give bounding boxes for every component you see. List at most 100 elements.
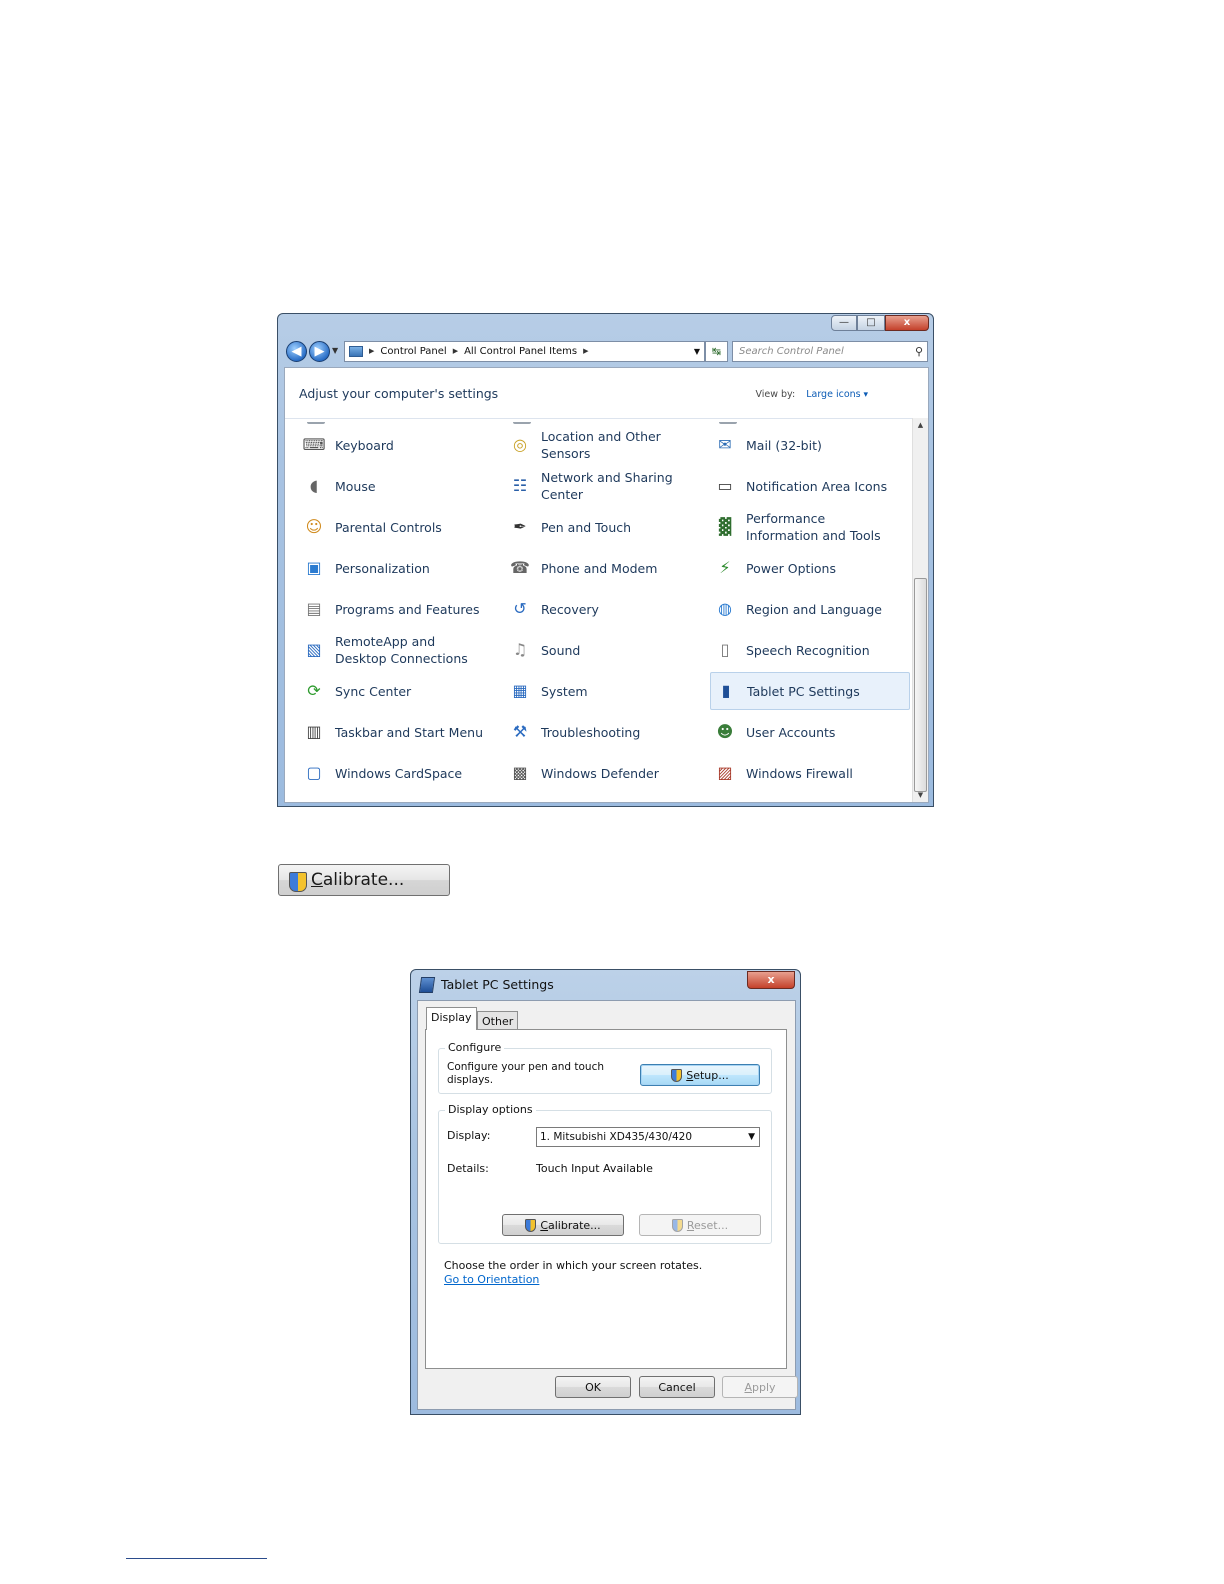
footnote-separator: [126, 1558, 267, 1559]
control-panel-item[interactable]: ⚡ Power Options: [710, 549, 910, 587]
control-panel-item[interactable]: ▥ Taskbar and Start Menu: [299, 713, 499, 751]
control-panel-item[interactable]: ✉ Mail (32-bit): [710, 426, 910, 464]
control-panel-item-label: Windows Firewall: [746, 765, 853, 781]
control-panel-item[interactable]: ▮ Tablet PC Settings: [710, 672, 910, 710]
control-panel-item[interactable]: ☷ Network and Sharing Center: [505, 467, 705, 505]
breadcrumb-arrow-icon[interactable]: ▶: [453, 342, 458, 361]
breadcrumb-arrow-icon[interactable]: ▶: [369, 342, 374, 361]
address-bar[interactable]: ▶ Control Panel ▶ All Control Panel Item…: [344, 341, 705, 362]
control-panel-item[interactable]: ▤ Programs and Features: [299, 590, 499, 628]
reset-label: eset...: [694, 1218, 729, 1232]
network-icon: ☷: [512, 476, 528, 495]
calibrate-accesskey: C: [540, 1218, 548, 1232]
breadcrumb-arrow-icon[interactable]: ▶: [583, 342, 588, 361]
refresh-button[interactable]: ↹: [705, 341, 728, 362]
control-panel-item-label: Location and Other Sensors: [541, 429, 661, 461]
details-value: Touch Input Available: [536, 1162, 653, 1175]
calibrate-button-closeup[interactable]: Calibrate...: [278, 864, 450, 896]
control-panel-item[interactable]: ☺ Parental Controls: [299, 508, 499, 546]
search-placeholder: Search Control Panel: [739, 346, 844, 357]
control-panel-item[interactable]: ♫ Sound: [505, 631, 705, 669]
maximize-button[interactable]: □: [857, 315, 885, 331]
scroll-down-arrow-icon[interactable]: ▼: [913, 788, 928, 802]
control-panel-item[interactable]: ▢ Windows CardSpace: [299, 754, 499, 792]
control-panel-item[interactable]: ▭ Notification Area Icons: [710, 467, 910, 505]
cancel-button[interactable]: Cancel: [639, 1376, 715, 1398]
calibrate-button[interactable]: Calibrate...: [502, 1214, 624, 1236]
control-panel-item-label: Windows CardSpace: [335, 765, 463, 781]
reset-button[interactable]: Reset...: [639, 1214, 761, 1236]
control-panel-item[interactable]: ⌨ Keyboard: [299, 426, 499, 464]
control-panel-item-label: RemoteApp and Desktop Connections: [335, 634, 468, 666]
control-panel-item-label: Network and Sharing Center: [541, 470, 673, 502]
control-panel-item[interactable]: ↺ Recovery: [505, 590, 705, 628]
recent-pages-dropdown-icon[interactable]: ▼: [332, 346, 338, 355]
tab-other[interactable]: Other: [477, 1011, 519, 1030]
breadcrumb-all-items[interactable]: All Control Panel Items: [464, 342, 577, 361]
cardspace-icon: ▢: [306, 763, 322, 782]
tab-display[interactable]: Display: [426, 1007, 477, 1030]
chevron-down-icon[interactable]: ▼: [748, 1128, 755, 1146]
ok-button[interactable]: OK: [555, 1376, 631, 1398]
control-panel-window: — □ x ◀ ▶ ▼ ▶ Control Panel ▶ All Contro…: [277, 313, 934, 807]
performance-icon: ▓: [718, 517, 732, 536]
close-button[interactable]: x: [747, 971, 795, 989]
scroll-up-arrow-icon[interactable]: ▲: [913, 418, 928, 432]
control-panel-item[interactable]: ⚒ Troubleshooting: [505, 713, 705, 751]
tablet-pc-settings-dialog: Tablet PC Settings x Display Other Confi…: [410, 969, 801, 1415]
control-panel-item-label: Phone and Modem: [541, 560, 658, 576]
control-panel-item[interactable]: ▩ Windows Defender: [505, 754, 705, 792]
control-panel-item[interactable]: ▧ RemoteApp and Desktop Connections: [299, 631, 499, 669]
control-panel-item-label: Programs and Features: [335, 601, 480, 617]
pen-icon: ✒: [513, 517, 527, 536]
display-options-group: Display options Display: 1. Mitsubishi X…: [438, 1103, 772, 1244]
control-panel-item[interactable]: ◎ Location and Other Sensors: [505, 426, 705, 464]
view-by-dropdown[interactable]: Large icons: [806, 389, 868, 400]
forward-button[interactable]: ▶: [309, 341, 330, 362]
breadcrumb-control-panel[interactable]: Control Panel: [380, 342, 446, 361]
control-panel-item[interactable]: ◖ Mouse: [299, 467, 499, 505]
scroll-thumb[interactable]: [914, 578, 927, 792]
personalization-icon: ▣: [306, 558, 322, 577]
sync-icon: ⟳: [307, 681, 321, 700]
view-by: View by: Large icons: [755, 389, 868, 400]
control-panel-item[interactable]: ▯ Speech Recognition: [710, 631, 910, 669]
control-panel-item[interactable]: ◍ Region and Language: [710, 590, 910, 628]
control-panel-item-label: Tablet PC Settings: [747, 683, 860, 699]
control-panel-item[interactable]: ▦ System: [505, 672, 705, 710]
display-select[interactable]: 1. Mitsubishi XD435/430/420 ▼: [536, 1127, 760, 1147]
back-button[interactable]: ◀: [286, 341, 307, 362]
control-panel-item[interactable]: ⟳ Sync Center: [299, 672, 499, 710]
control-panel-item[interactable]: ☻ User Accounts: [710, 713, 910, 751]
address-dropdown-icon[interactable]: ▼: [694, 342, 700, 361]
mail-icon: ✉: [718, 435, 732, 454]
control-panel-item-label: Speech Recognition: [746, 642, 870, 658]
caption-buttons: — □ x: [831, 315, 929, 331]
page-title: Adjust your computer's settings: [299, 386, 499, 401]
close-button[interactable]: x: [885, 315, 929, 331]
control-panel-item-label: Troubleshooting: [541, 724, 641, 740]
go-to-orientation-link[interactable]: Go to Orientation: [444, 1273, 539, 1286]
system-icon: ▦: [512, 681, 528, 700]
search-icon[interactable]: ⚲: [915, 342, 923, 361]
apply-button[interactable]: Apply: [722, 1376, 798, 1398]
defender-icon: ▩: [512, 763, 528, 782]
control-panel-item[interactable]: ✒ Pen and Touch: [505, 508, 705, 546]
control-panel-item-label: Parental Controls: [335, 519, 442, 535]
control-panel-item[interactable]: ☎ Phone and Modem: [505, 549, 705, 587]
vertical-scrollbar[interactable]: ▲ ▼: [912, 418, 928, 802]
minimize-button[interactable]: —: [831, 315, 857, 331]
control-panel-item-label: Recovery: [541, 601, 599, 617]
partial-item-icon: [719, 422, 737, 424]
control-panel-item-label: Sound: [541, 642, 581, 658]
control-panel-items: ⌨ Keyboard ◎ Location and Other Sensors ✉ Mai…: [299, 422, 912, 802]
control-panel-item[interactable]: ▓ Performance Information and Tools: [710, 508, 910, 546]
calibrate-label: alibrate...: [322, 870, 405, 890]
control-panel-item[interactable]: ▨ Windows Firewall: [710, 754, 910, 792]
remoteapp-icon: ▧: [306, 640, 322, 659]
search-input[interactable]: Search Control Panel ⚲: [732, 341, 928, 362]
firewall-icon: ▨: [717, 763, 733, 782]
control-panel-item[interactable]: ▣ Personalization: [299, 549, 499, 587]
setup-button[interactable]: Setup...: [640, 1064, 760, 1086]
programs-icon: ▤: [306, 599, 322, 618]
